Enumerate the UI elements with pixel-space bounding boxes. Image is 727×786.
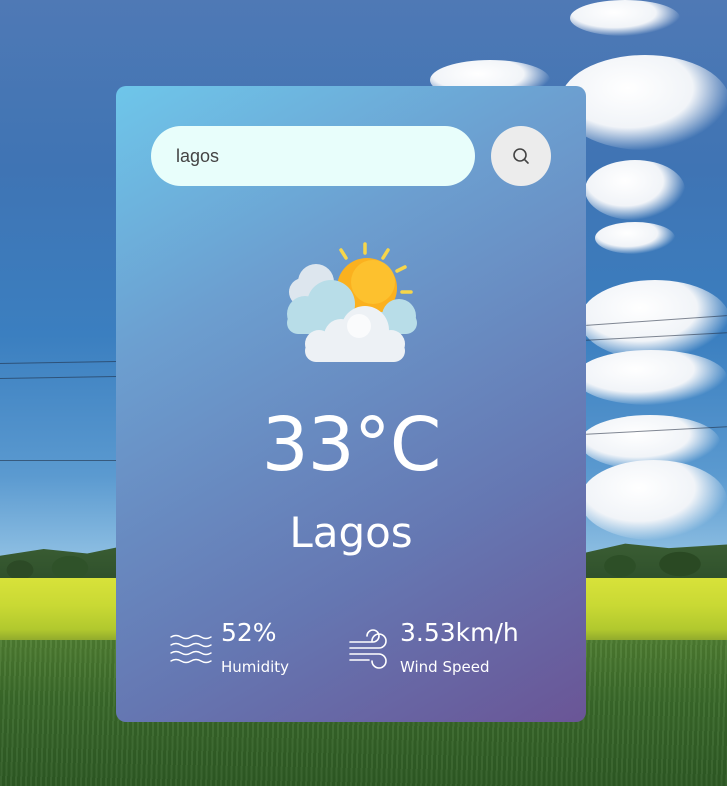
search-icon	[513, 148, 529, 164]
search-bar	[151, 126, 551, 186]
search-button[interactable]	[491, 126, 551, 186]
humidity-value: 52%	[221, 618, 277, 647]
city-name: Lagos	[289, 508, 413, 557]
wind-detail: 3.53km/h Wind Speed	[349, 620, 549, 680]
humidity-label: Humidity	[221, 658, 290, 676]
cloud	[585, 160, 685, 220]
cloud	[570, 0, 680, 36]
wind-speed-value: 3.53km/h	[400, 618, 519, 647]
humidity-detail: 52% Humidity	[170, 620, 340, 680]
humidity-waves-icon	[170, 634, 212, 664]
cloud	[580, 460, 727, 540]
weather-card: 33°C Lagos 52% Humidity 3.53km/h Wind Sp…	[116, 86, 586, 722]
cloud	[575, 350, 727, 405]
wind-speed-label: Wind Speed	[400, 658, 490, 676]
cloud	[595, 222, 675, 254]
search-input[interactable]	[151, 126, 475, 186]
wind-icon	[349, 629, 387, 669]
temperature: 33°C	[261, 402, 442, 488]
power-line	[0, 460, 116, 461]
sun-behind-clouds-icon	[287, 242, 417, 362]
